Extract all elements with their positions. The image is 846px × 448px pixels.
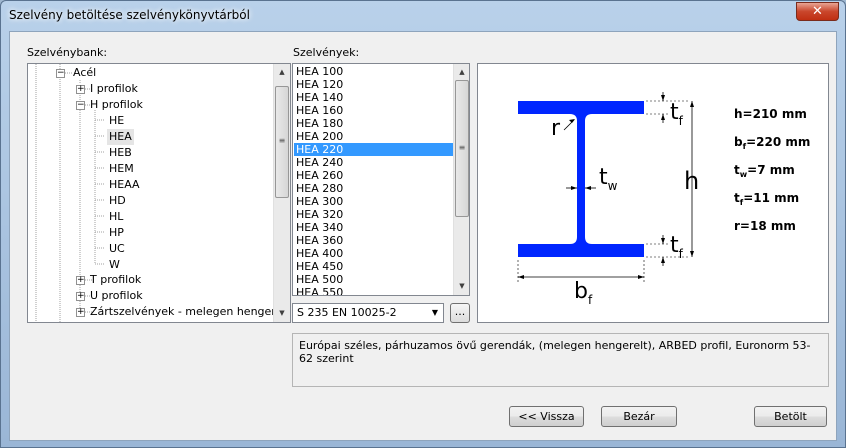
list-item[interactable]: HEA 360 [294,234,453,247]
fillet-radius-symbol: r [551,116,561,141]
scroll-up-arrow-icon[interactable]: ▲ [454,64,469,81]
sections-list[interactable]: HEA 100 HEA 120 HEA 140 HEA 160 HEA 180 HEA 2… [292,63,470,296]
height-value: h=210 mm [734,107,807,121]
scroll-down-arrow-icon[interactable]: ▼ [274,305,290,322]
list-item[interactable]: HEA 550 [294,286,453,295]
scroll-down-arrow-icon[interactable]: ▼ [454,278,469,295]
radius-value: r=18 mm [734,219,796,233]
flange-thickness-symbol-top: tf [670,100,684,128]
window-title: Szelvény betöltése szelvénykönyvtárból [9,8,250,22]
tree-item-heaa[interactable]: HEAA [109,177,140,193]
tree-item-hp[interactable]: HP [109,225,124,241]
list-item[interactable]: HEA 450 [294,260,453,273]
list-item[interactable]: HEA 400 [294,247,453,260]
list-item[interactable]: HEA 160 [294,104,453,117]
i-beam-top-flange [518,101,644,114]
tree-item-uc[interactable]: UC [109,241,125,257]
i-beam-drawing: r tw tf tf h bf h=210 mm bf=220 mm tw=7 … [517,92,810,307]
list-item[interactable]: HEA 340 [294,221,453,234]
list-item[interactable]: HEA 100 [294,65,453,78]
web-thickness-symbol: tw [599,165,618,193]
flange-width-value: bf=220 mm [734,135,810,151]
tree-item-he[interactable]: HE [109,113,124,129]
tree-expand-t-profiles-icon[interactable]: + [76,276,85,285]
load-button[interactable]: Betölt [754,406,827,427]
list-item[interactable]: HEA 240 [294,156,453,169]
title-bar[interactable]: Szelvény betöltése szelvénykönyvtárból ✕ [1,1,845,31]
tree-expand-closed-sections-icon[interactable]: + [76,308,85,317]
flange-thickness-symbol-bottom: tf [670,233,684,261]
tree-item-closed-sections[interactable]: Zártszelvények - melegen hengerelt [90,304,290,320]
list-item[interactable]: HEA 120 [294,78,453,91]
list-item[interactable]: HEA 180 [294,117,453,130]
tree-item-i-profiles[interactable]: I profilok [90,81,138,97]
tree-expand-u-profiles-icon[interactable]: + [76,292,85,301]
i-beam-bottom-flange [518,244,644,257]
material-browse-button[interactable]: ... [450,303,470,323]
sections-label: Szelvények: [293,46,360,59]
dialog-window: Szelvény betöltése szelvénykönyvtárból ✕… [0,0,846,448]
tree-item-hl[interactable]: HL [109,209,123,225]
sections-scrollbar[interactable]: ▲ ≡ ▼ [453,64,469,295]
chevron-down-icon[interactable]: ▼ [427,304,443,322]
close-window-button[interactable]: ✕ [796,2,839,21]
list-item[interactable]: HEA 320 [294,208,453,221]
tree-item-h-profiles[interactable]: H profilok [90,97,143,113]
dimension-values: h=210 mm bf=220 mm tw=7 mm tf=11 mm r=18… [734,107,810,233]
list-item[interactable]: HEA 140 [294,91,453,104]
tree-item-acel[interactable]: Acél [73,65,96,81]
tree-item-hd[interactable]: HD [109,193,126,209]
flange-thickness-value: tf=11 mm [734,191,799,207]
scroll-up-arrow-icon[interactable]: ▲ [274,64,290,81]
tree-item-u-profiles[interactable]: U profilok [90,288,143,304]
tree-scroll-thumb[interactable]: ≡ [275,86,289,198]
close-button[interactable]: Bezár [601,406,677,427]
list-item[interactable]: HEA 260 [294,169,453,182]
sections-scroll-thumb[interactable]: ≡ [455,80,469,217]
tree-item-hea[interactable]: HEA [107,129,134,145]
web-thickness-value: tw=7 mm [734,163,795,179]
tree-item-w[interactable]: W [109,257,120,273]
material-select[interactable]: S 235 EN 10025-2 ▼ [292,303,444,323]
list-item[interactable]: HEA 300 [294,195,453,208]
i-beam-web [577,114,585,244]
tree-item-hem[interactable]: HEM [109,161,134,177]
tree-item-heb[interactable]: HEB [109,145,132,161]
section-description: Európai széles, párhuzamos övű gerendák,… [292,333,829,387]
list-item[interactable]: HEA 220 [294,143,453,156]
tree-item-t-profiles[interactable]: T profilok [90,272,141,288]
tree-expand-i-profiles-icon[interactable]: + [76,85,85,94]
tree-lines [35,64,104,322]
height-symbol: h [684,167,699,195]
tree-collapse-acel-icon[interactable]: − [56,69,65,78]
dialog-client-area: Szelvénybank: Szelvények: − Acél + I pro… [9,31,837,441]
list-item[interactable]: HEA 200 [294,130,453,143]
profile-bank-tree[interactable]: − Acél + I profilok − H profilok HE HEA … [27,63,291,323]
tree-scrollbar[interactable]: ▲ ≡ ▼ [273,64,290,322]
profile-bank-label: Szelvénybank: [27,46,108,59]
material-value: S 235 EN 10025-2 [297,306,397,319]
list-item[interactable]: HEA 500 [294,273,453,286]
back-button[interactable]: << Vissza [509,406,584,427]
flange-width-symbol: bf [574,279,593,307]
section-preview-panel: r tw tf tf h bf h=210 mm bf=220 mm tw=7 … [477,63,829,323]
list-item[interactable]: HEA 280 [294,182,453,195]
tree-collapse-h-profiles-icon[interactable]: − [76,101,85,110]
